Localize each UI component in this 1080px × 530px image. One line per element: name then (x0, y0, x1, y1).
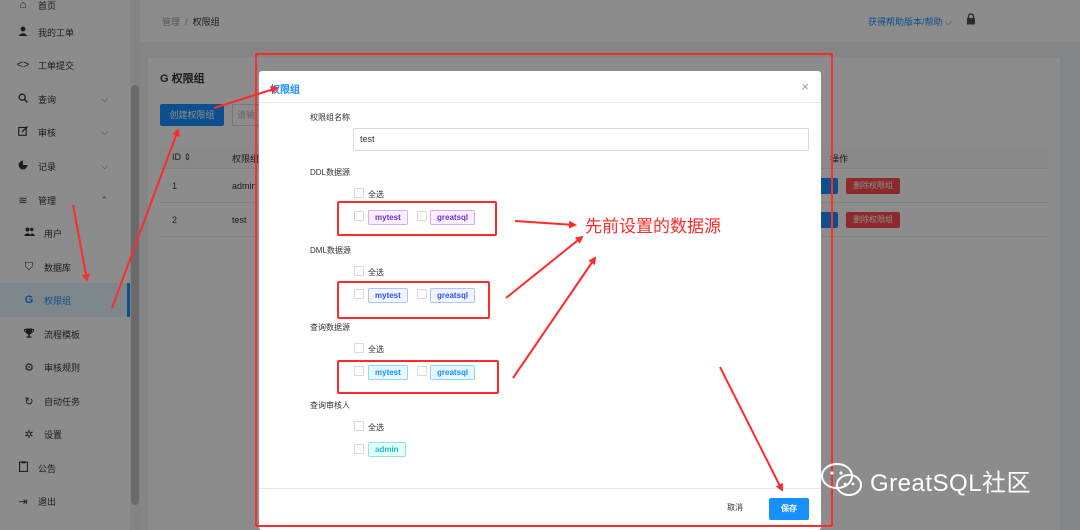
wechat-icon (821, 463, 862, 496)
arrow-ddl-to-text (514, 220, 577, 229)
watermark-text: GreatSQL社区 (870, 469, 1032, 497)
annotation-arrows (72, 86, 783, 492)
arrow-query-to-text (512, 256, 597, 379)
arrow-dml-to-text (505, 235, 584, 299)
app-root: ⌂ 首页 我的工单 <> 工单提交 查询 ⌵ 审核 ⌵ 记录 ⌵ ≋ 管理 ⌃ … (0, 0, 1080, 530)
arrow-to-save (719, 366, 783, 492)
arrow-create-to-modal (213, 86, 279, 109)
arrow-sidebar-down (72, 204, 90, 282)
watermark: GreatSQL社区 (820, 462, 1031, 498)
arrow-sidebar-to-create (111, 128, 180, 309)
